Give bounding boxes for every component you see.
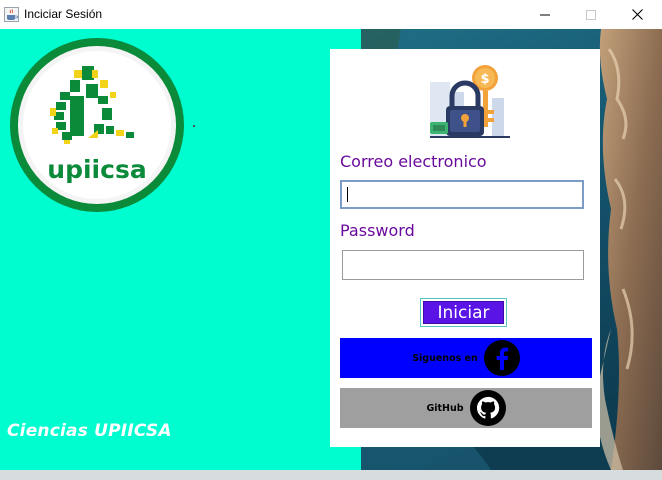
logo-text: upiicsa xyxy=(47,155,146,184)
login-button[interactable]: Iniciar xyxy=(423,301,504,324)
svg-text:$: $ xyxy=(480,72,489,87)
upiicsa-logo: upiicsa xyxy=(10,38,184,212)
email-label: Correo electronico xyxy=(340,152,487,171)
close-icon xyxy=(631,9,643,20)
submit-focus-ring: Iniciar xyxy=(420,298,507,327)
facebook-icon xyxy=(483,340,520,376)
github-label: GitHub xyxy=(426,402,464,414)
window-title: Inciciar Sesión xyxy=(24,7,103,21)
password-field[interactable] xyxy=(342,250,584,280)
window-bottom-edge xyxy=(0,470,662,480)
minimize-button[interactable] xyxy=(522,0,568,29)
left-panel: upiicsa Ciencias UPIICSA xyxy=(0,29,361,470)
github-icon xyxy=(469,390,506,426)
facebook-button[interactable]: Siguenos en xyxy=(340,338,592,378)
text-caret xyxy=(347,187,348,202)
lock-key-coin-icon: $ xyxy=(430,65,510,138)
java-cup-icon xyxy=(4,7,19,22)
github-button[interactable]: GitHub xyxy=(340,388,592,428)
window-title-bar[interactable]: Inciciar Sesión xyxy=(0,0,662,30)
login-card: $ Correo electronico Password Iniciar Si… xyxy=(330,49,600,447)
maximize-button[interactable] xyxy=(568,0,614,29)
minimize-icon xyxy=(540,14,550,15)
facebook-label: Siguenos en xyxy=(412,352,478,364)
stray-pixel xyxy=(193,125,195,127)
maximize-icon xyxy=(586,9,596,20)
email-field[interactable] xyxy=(340,180,584,209)
window-content: upiicsa Ciencias UPIICSA $ Correo electr… xyxy=(0,29,662,470)
close-button[interactable] xyxy=(614,0,660,29)
brand-caption: Ciencias UPIICSA xyxy=(7,421,172,441)
password-label: Password xyxy=(340,221,415,240)
